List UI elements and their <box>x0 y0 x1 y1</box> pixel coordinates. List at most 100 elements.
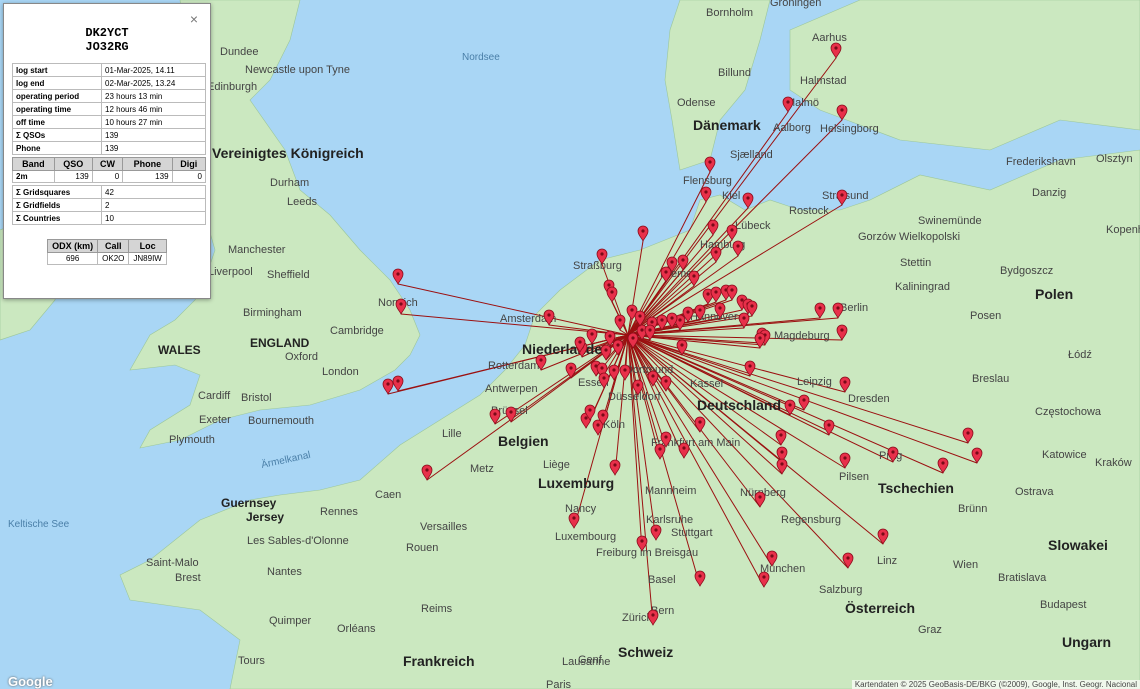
qso-marker-dot <box>742 316 746 320</box>
column-header: Band <box>12 157 55 171</box>
qso-marker-dot <box>698 420 702 424</box>
city-label: Cardiff <box>198 390 231 402</box>
log-stats-table: log start 01-Mar-2025, 14.11 log end 02-Ma… <box>12 63 206 155</box>
city-label: Exeter <box>199 414 231 426</box>
qso-marker-dot <box>636 383 640 387</box>
city-label: Luxembourg <box>555 531 616 543</box>
table-row: operating period 23 hours 13 min <box>12 89 206 103</box>
city-label: Dundee <box>220 46 259 58</box>
city-label: Lille <box>442 428 462 440</box>
country-label-schweiz: Schweiz <box>618 644 673 660</box>
city-label: Stettin <box>900 257 931 269</box>
qso-marker-dot <box>750 304 754 308</box>
city-label: Danzig <box>1032 187 1066 199</box>
city-label: Plymouth <box>169 434 215 446</box>
city-label: Salzburg <box>819 584 862 596</box>
city-label: Billund <box>718 67 751 79</box>
stat-key: Σ Gridfields <box>12 198 102 212</box>
city-label: Brest <box>175 572 201 584</box>
qso-marker-dot <box>718 306 722 310</box>
qso-marker-dot <box>547 313 551 317</box>
country-label-deutschland: Deutschland <box>697 397 781 413</box>
station-call: DK2YCT <box>85 26 129 40</box>
stat-key: off time <box>12 115 102 129</box>
city-label: Rostock <box>789 205 829 217</box>
table-row: Σ Gridsquares 42 <box>12 185 206 199</box>
qso-marker-dot <box>588 408 592 412</box>
column-header: ODX (km) <box>47 239 99 253</box>
qso-marker-dot <box>600 252 604 256</box>
qso-marker-dot <box>779 433 783 437</box>
qso-marker-dot <box>843 456 847 460</box>
close-icon[interactable]: × <box>190 11 198 27</box>
city-label: Aalborg <box>773 122 811 134</box>
qso-marker-dot <box>664 270 668 274</box>
city-label: Magdeburg <box>774 330 830 342</box>
city-label: Budapest <box>1040 599 1086 611</box>
qso-marker-dot <box>670 260 674 264</box>
table-row: log start 01-Mar-2025, 14.11 <box>12 63 206 77</box>
city-label: Swinemünde <box>918 215 982 227</box>
qso-marker-dot <box>891 450 895 454</box>
stat-value: 02-Mar-2025, 13.24 <box>101 76 206 90</box>
table-header-row: ODX (km) Call Loc <box>47 239 167 253</box>
city-label: Kraków <box>1095 457 1132 469</box>
qso-marker-dot <box>651 613 655 617</box>
qso-marker-dot <box>786 100 790 104</box>
table-row: Σ Countries 10 <box>12 211 206 225</box>
city-label: Lübeck <box>735 220 771 232</box>
qso-marker-dot <box>596 423 600 427</box>
qso-marker-dot <box>399 302 403 306</box>
qso-marker-dot <box>770 554 774 558</box>
qso-marker-dot <box>660 318 664 322</box>
qso-marker-dot <box>714 250 718 254</box>
qso-marker-dot <box>698 308 702 312</box>
qso-marker-dot <box>493 412 497 416</box>
qso-marker-dot <box>802 398 806 402</box>
sea-label-keltische-see: Keltische See <box>8 519 70 530</box>
city-label: Kopenhagen <box>1106 224 1140 236</box>
qso-marker-dot <box>664 435 668 439</box>
city-label: Basel <box>648 574 676 586</box>
city-label: Köln <box>603 419 625 431</box>
stat-value: 2 <box>101 198 206 212</box>
google-logo[interactable]: Google <box>8 674 53 689</box>
qso-marker-dot <box>650 320 654 324</box>
city-label: Stuttgart <box>671 527 713 539</box>
country-label-daenemark: Dänemark <box>693 117 761 133</box>
qso-marker-dot <box>578 340 582 344</box>
qso-marker-dot <box>843 380 847 384</box>
city-label: Kassel <box>690 378 723 390</box>
stat-value: 42 <box>101 185 206 199</box>
qso-marker-dot <box>780 462 784 466</box>
city-label: Versailles <box>420 521 468 533</box>
city-label: Caen <box>375 489 401 501</box>
qso-marker-dot <box>539 358 543 362</box>
city-label: Breslau <box>972 373 1009 385</box>
qso-marker-dot <box>608 334 612 338</box>
region-label-wales: WALES <box>158 343 201 357</box>
city-label: Flensburg <box>683 175 732 187</box>
city-label: Newcastle upon Tyne <box>245 64 350 76</box>
city-label: Oxford <box>285 351 318 363</box>
table-row: Phone 139 <box>12 141 206 155</box>
qso-marker-dot <box>966 431 970 435</box>
country-label-ungarn: Ungarn <box>1062 634 1111 650</box>
city-label: Straßburg <box>573 260 622 272</box>
city-label: Cambridge <box>330 325 384 337</box>
region-label-england: ENGLAND <box>250 336 310 350</box>
qso-marker-dot <box>881 532 885 536</box>
qso-marker-dot <box>788 403 792 407</box>
qso-marker-dot <box>740 298 744 302</box>
stat-key: Phone <box>12 141 102 155</box>
city-label: Reims <box>421 603 453 615</box>
city-label: Katowice <box>1042 449 1087 461</box>
table-header-row: Band QSO CW Phone Digi <box>12 157 207 171</box>
city-label: Kaliningrad <box>895 281 950 293</box>
stat-key: log end <box>12 76 102 90</box>
city-label: Gorzów Wielkopolski <box>858 231 960 243</box>
city-label: Liège <box>543 459 570 471</box>
qso-marker-dot <box>827 423 831 427</box>
island-label-guernsey: Guernsey <box>221 496 277 510</box>
qso-marker-dot <box>846 556 850 560</box>
